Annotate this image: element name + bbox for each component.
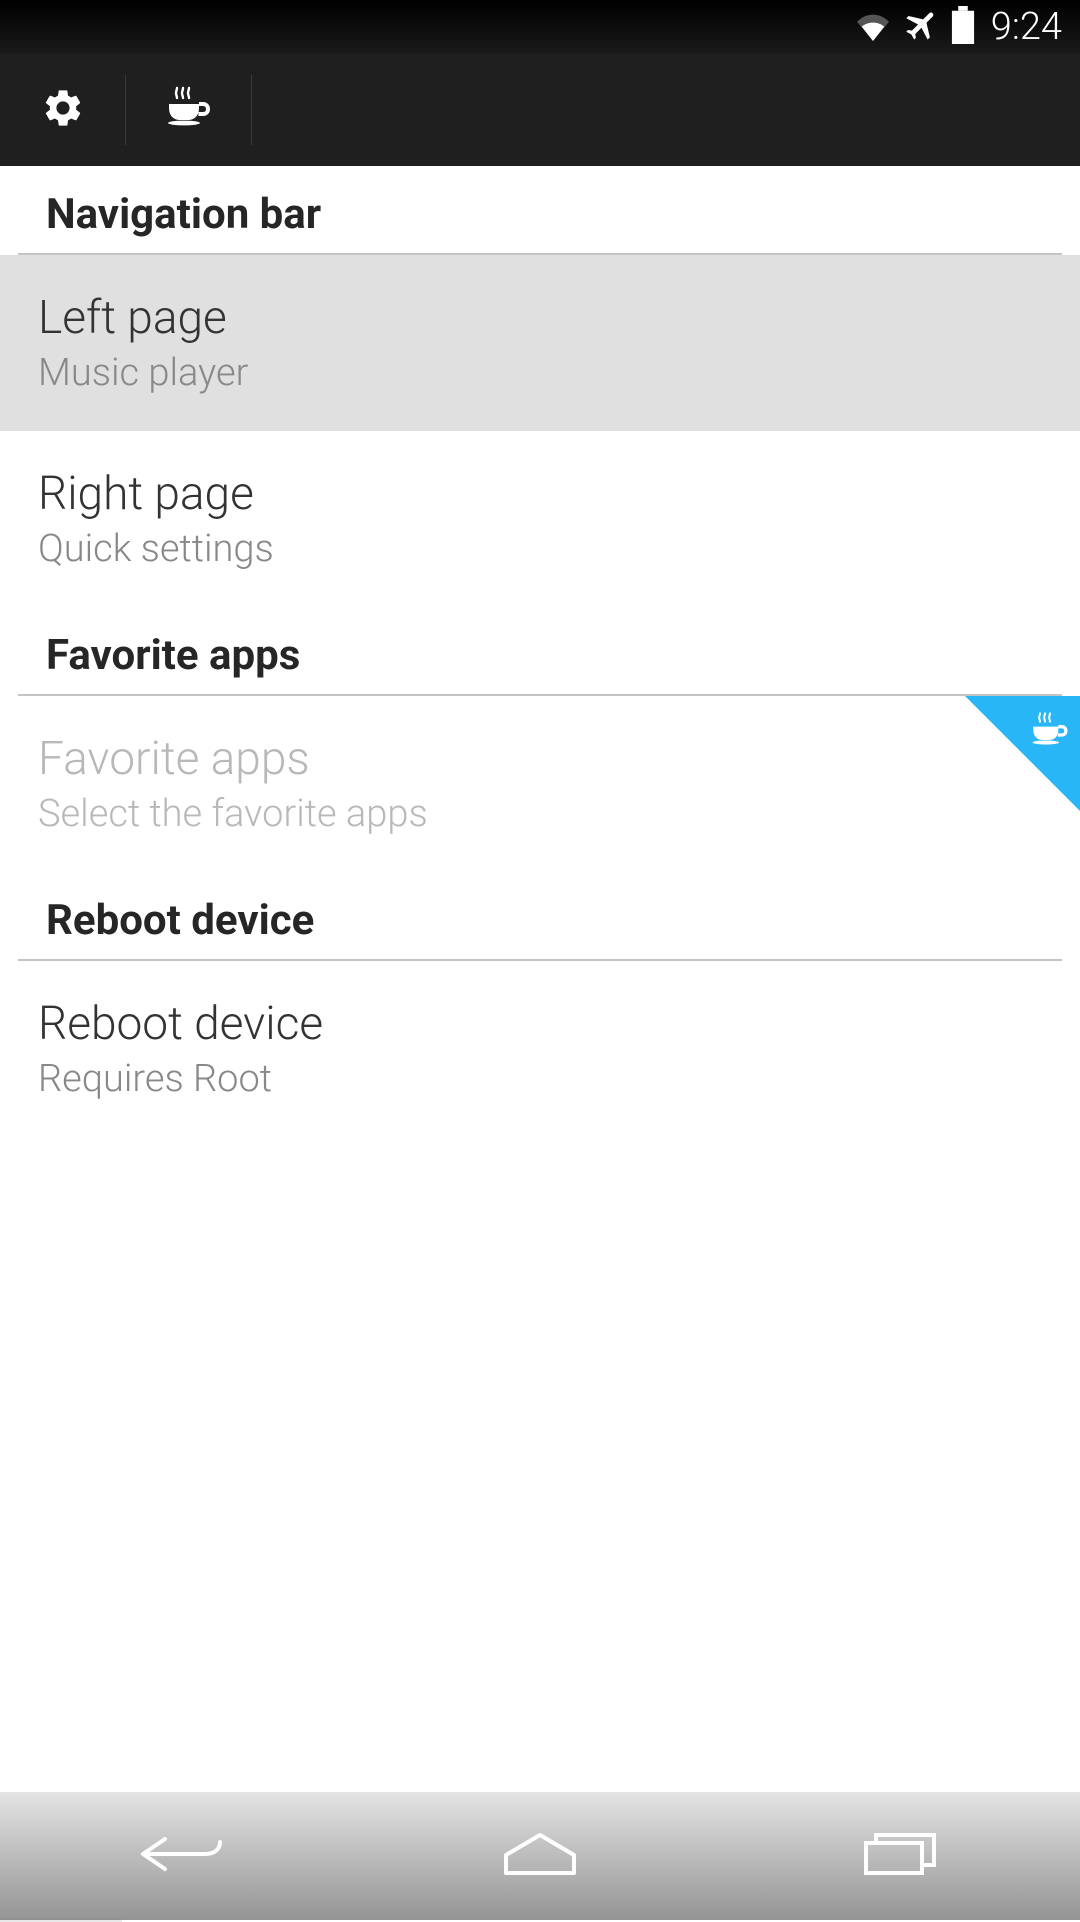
airplane-icon [903, 6, 941, 48]
list-item-reboot-device[interactable]: Reboot device Requires Root [0, 961, 1080, 1137]
item-title: Reboot device [38, 997, 1042, 1051]
list-item-left-page[interactable]: Left page Music player [0, 255, 1080, 431]
list-item-favorite-apps[interactable]: Favorite apps Select the favorite apps [0, 696, 1080, 872]
home-button[interactable] [480, 1821, 600, 1891]
coffee-icon [165, 84, 213, 136]
item-subtitle: Requires Root [38, 1057, 1042, 1101]
back-button[interactable] [120, 1821, 240, 1891]
item-subtitle: Quick settings [38, 527, 1042, 571]
tab-settings[interactable] [0, 54, 125, 166]
status-time: 9:24 [991, 5, 1062, 49]
coffee-icon [1030, 710, 1070, 754]
item-title: Right page [38, 467, 1042, 521]
item-subtitle: Music player [38, 351, 1042, 395]
section-header-reboot: Reboot device [0, 872, 1080, 959]
list-item-right-page[interactable]: Right page Quick settings [0, 431, 1080, 607]
item-title: Favorite apps [38, 732, 1042, 786]
home-icon [502, 1831, 578, 1881]
section-header-favorite-apps: Favorite apps [0, 607, 1080, 694]
system-nav-bar [0, 1792, 1080, 1920]
battery-icon [951, 6, 975, 48]
tab-divider [251, 75, 252, 145]
app-bar [0, 54, 1080, 166]
tab-premium[interactable] [126, 54, 251, 166]
back-icon [135, 1829, 225, 1883]
item-subtitle: Select the favorite apps [38, 792, 1042, 836]
wifi-icon [853, 9, 893, 45]
gear-icon [41, 86, 85, 134]
status-icons: 9:24 [853, 5, 1062, 49]
item-title: Left page [38, 291, 1042, 345]
section-header-navigation: Navigation bar [0, 166, 1080, 253]
recents-button[interactable] [840, 1821, 960, 1891]
status-bar: 9:24 [0, 0, 1080, 54]
recents-icon [862, 1831, 938, 1881]
settings-content: Navigation bar Left page Music player Ri… [0, 166, 1080, 1137]
